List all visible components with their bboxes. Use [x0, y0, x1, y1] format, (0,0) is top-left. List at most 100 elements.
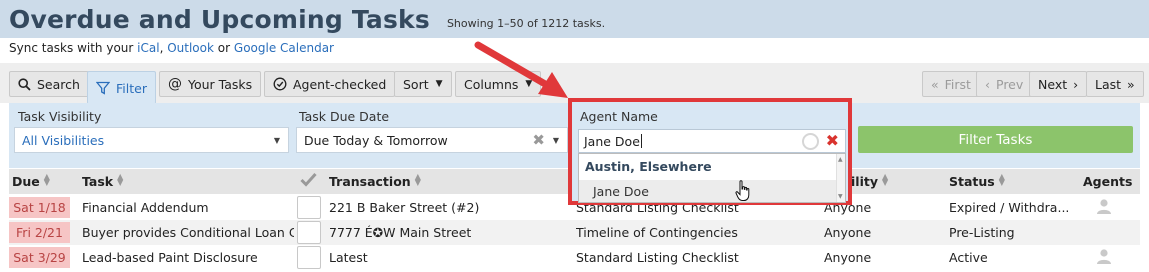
agent-name-input[interactable]: Jane Doe ✖ [578, 129, 846, 153]
col-task[interactable]: Task ▲ ▼ [82, 172, 124, 190]
task-count: Showing 1–50 of 1212 tasks. [446, 16, 606, 30]
agent-name-value: Jane Doe [584, 133, 640, 149]
agent-checked-label: Agent-checked [293, 76, 387, 92]
task-visibility-label: Task Visibility [18, 109, 102, 124]
outlook-link[interactable]: Outlook [167, 41, 214, 55]
next-page-button[interactable]: Next › [1029, 71, 1088, 97]
task-name[interactable]: Buyer provides Conditional Loan C... [82, 225, 294, 240]
prev-label: Prev [996, 76, 1024, 92]
task-name[interactable]: Financial Addendum [82, 200, 292, 215]
page-title: Overdue and Upcoming Tasks [9, 4, 430, 34]
filter-button-label: Filter [116, 80, 147, 96]
scroll-down-icon[interactable]: ▼ [838, 193, 843, 200]
transaction-link[interactable]: 221 B Baker Street (#2) [329, 200, 479, 215]
last-page-button[interactable]: Last » [1086, 71, 1144, 97]
task-visibility-select[interactable]: All Visibilities ▼ [14, 127, 289, 153]
col-transaction[interactable]: Transaction ▲ ▼ [329, 172, 421, 190]
clear-icon[interactable]: ✖ [826, 131, 839, 150]
agent-check-box[interactable] [297, 196, 321, 219]
google-calendar-link[interactable]: Google Calendar [234, 41, 334, 55]
table-row[interactable]: Sat 3/29 Lead-based Paint Disclosure Lat… [9, 245, 1140, 270]
due-badge: Fri 2/21 [9, 222, 70, 243]
hand-pointer-icon [735, 180, 750, 201]
dropdown-scrollbar[interactable]: ▲ ▼ [836, 154, 845, 202]
scroll-up-icon[interactable]: ▲ [838, 156, 843, 163]
visibility-value: Anyone [824, 225, 872, 240]
task-due-date-value: Due Today & Tomorrow [304, 132, 448, 148]
prev-page-button[interactable]: ‹ Prev [976, 71, 1033, 97]
due-badge: Sat 3/29 [9, 247, 70, 268]
agent-check-box[interactable] [297, 246, 321, 269]
due-badge: Sat 1/18 [9, 197, 70, 218]
your-tasks-button[interactable]: @ Your Tasks [159, 71, 262, 97]
visibility-value: Anyone [824, 250, 872, 265]
sort-label: Sort [403, 76, 429, 92]
agent-name-filter: Agent Name Jane Doe ✖ Austin, Elsewhere … [568, 98, 852, 205]
search-button-label: Search [37, 76, 80, 92]
agent-name-label: Agent Name [580, 109, 658, 124]
col-due-label: Due [12, 174, 40, 189]
sync-or: or [217, 41, 231, 55]
loading-spinner-icon [802, 133, 819, 150]
chevron-down-icon: ▼ [552, 135, 559, 145]
sort-icon: ▲ ▼ [414, 172, 421, 187]
task-visibility-value: All Visibilities [22, 132, 105, 148]
search-icon [18, 77, 31, 91]
check-circle-icon [273, 77, 287, 91]
filter-button[interactable]: Filter [87, 71, 156, 104]
col-status[interactable]: Status ▲ ▼ [949, 172, 1005, 190]
ical-link[interactable]: iCal [137, 41, 159, 55]
col-visibility[interactable]: ility ▲ ▼ [851, 173, 888, 190]
col-status-label: Status [949, 174, 995, 189]
sort-icon: ▲ ▼ [117, 172, 124, 187]
agent-checked-button[interactable]: Agent-checked [264, 71, 396, 97]
task-name[interactable]: Lead-based Paint Disclosure [82, 250, 292, 265]
filter-icon [96, 81, 110, 95]
col-transaction-label: Transaction [329, 174, 411, 189]
chevron-down-icon: ▼ [273, 135, 280, 145]
first-page-button[interactable]: « First [922, 71, 980, 97]
status-value: Expired / Withdra... [949, 200, 1070, 215]
page-header: Overdue and Upcoming Tasks Showing 1–50 … [0, 0, 1149, 38]
transaction-link[interactable]: Latest [329, 250, 368, 265]
double-chevron-right-icon: » [1127, 76, 1135, 92]
sort-icon: ▲ ▼ [43, 172, 50, 187]
task-due-date-select[interactable]: Due Today & Tomorrow ✖ ▼ [296, 127, 568, 153]
checkmark-icon [300, 172, 317, 190]
task-due-date-label: Task Due Date [299, 109, 390, 124]
search-button[interactable]: Search [9, 71, 89, 97]
sync-bar: Sync tasks with your iCal, Outlook or Go… [9, 41, 334, 55]
avatar-icon [1096, 198, 1112, 217]
col-agents: Agents [1083, 174, 1133, 189]
agent-check-box[interactable] [297, 221, 321, 244]
clear-icon[interactable]: ✖ [532, 131, 545, 149]
col-due[interactable]: Due ▲ ▼ [12, 172, 50, 190]
annotation-arrow-icon [474, 41, 568, 98]
checklist-name: Standard Listing Checklist [576, 250, 739, 265]
checklist-name: Timeline of Contingencies [576, 225, 738, 240]
sync-comma: , [159, 41, 164, 55]
chevron-down-icon: ▼ [435, 79, 443, 89]
chevron-right-icon: › [1073, 76, 1079, 92]
suggestion-option[interactable]: Jane Doe [579, 180, 837, 202]
first-label: First [944, 76, 971, 92]
sort-icon: ▲ ▼ [998, 172, 1005, 187]
col-visibility-label: ility [851, 174, 878, 189]
agent-suggestions-dropdown: Austin, Elsewhere Jane Doe ▲ ▼ [578, 153, 846, 203]
chevron-left-icon: ‹ [985, 76, 990, 92]
your-tasks-label: Your Tasks [188, 76, 253, 92]
last-label: Last [1095, 76, 1122, 92]
at-icon: @ [168, 76, 182, 92]
suggestion-group-label: Austin, Elsewhere [585, 159, 712, 174]
suggestion-option-label: Jane Doe [593, 183, 649, 199]
transaction-link[interactable]: 7777 É✪W Main Street [329, 225, 471, 240]
text-cursor [640, 134, 642, 148]
filter-tasks-button[interactable]: Filter Tasks [858, 126, 1133, 153]
table-row[interactable]: Fri 2/21 Buyer provides Conditional Loan… [9, 220, 1140, 245]
status-value: Pre-Listing [949, 225, 1015, 240]
double-chevron-left-icon: « [931, 76, 939, 92]
avatar-icon [1096, 248, 1112, 267]
col-task-label: Task [82, 174, 114, 189]
status-value: Active [949, 250, 988, 265]
sort-dropdown[interactable]: Sort ▼ [394, 71, 452, 97]
